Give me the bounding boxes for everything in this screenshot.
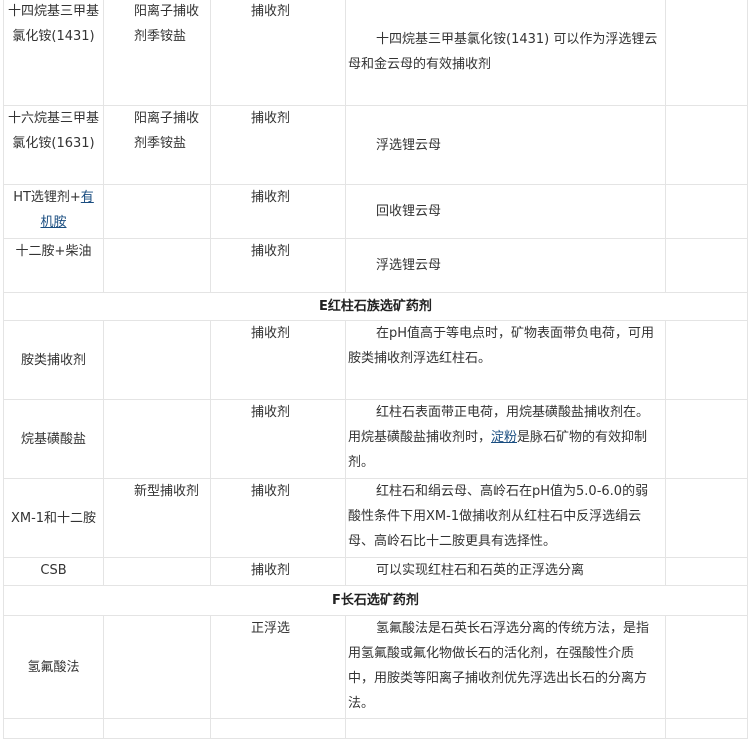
description-text: 回收锂云母 xyxy=(376,204,442,219)
reagent-description-cell: 可以实现红柱石和石英的正浮选分离 xyxy=(345,557,666,586)
reagent-name-cell: CSB xyxy=(3,557,104,586)
description-text: 十四烷基三甲基氯化铵(1431) 可以作为浮选锂云母和金云母的有效捕收剂 xyxy=(348,32,658,72)
table-row: CSB 捕收剂 可以实现红柱石和石英的正浮选分离 xyxy=(3,557,748,586)
table-row: 十二胺+柴油 捕收剂 浮选锂云母 xyxy=(3,238,748,293)
empty-cell xyxy=(665,184,748,239)
empty-cell xyxy=(665,718,748,739)
empty-cell xyxy=(665,399,748,479)
reagent-type-cell: 阳离子捕收剂季铵盐 xyxy=(103,0,211,106)
table-row: HT选锂剂+有机胺 捕收剂 回收锂云母 xyxy=(3,184,748,239)
reagent-name-cell: 十二胺+柴油 xyxy=(3,238,104,293)
table-row: 烷基磺酸盐 捕收剂 红柱石表面带正电荷，用烷基磺酸盐捕收剂在。用烷基磺酸盐捕收剂… xyxy=(3,399,748,479)
reagent-category-cell: 捕收剂 xyxy=(210,105,346,185)
reagent-description-cell: 在pH值高于等电点时，矿物表面带负电荷，可用胺类捕收剂浮选红柱石。 xyxy=(345,320,666,400)
reagent-description-cell: 浮选锂云母 xyxy=(345,238,666,293)
empty-cell xyxy=(665,105,748,185)
table-row: XM-1和十二胺 新型捕收剂 捕收剂 红柱石和绢云母、高岭石在pH值为5.0-6… xyxy=(3,478,748,558)
reagent-description-cell: 回收锂云母 xyxy=(345,184,666,239)
table-row: 氢氟酸法 正浮选 氢氟酸法是石英长石浮选分离的传统方法，是指用氢氟酸或氟化物做长… xyxy=(3,615,748,719)
table-row: 十六烷基三甲基氯化铵(1631) 阳离子捕收剂季铵盐 捕收剂 浮选锂云母 xyxy=(3,105,748,185)
section-heading-andalusite: E红柱石族选矿药剂 xyxy=(3,292,748,321)
reagent-name-cell: 十四烷基三甲基氯化铵(1431) xyxy=(3,0,104,106)
reagent-category-cell: 捕收剂 xyxy=(210,557,346,586)
reagent-category-cell: 捕收剂 xyxy=(210,184,346,239)
reagent-name-cell: 胺类捕收剂 xyxy=(3,320,104,400)
reagent-category-cell: 捕收剂 xyxy=(210,320,346,400)
empty-cell xyxy=(345,718,666,739)
reagent-type-cell xyxy=(103,615,211,719)
empty-cell xyxy=(665,478,748,558)
reagent-type-cell xyxy=(103,184,211,239)
empty-cell xyxy=(665,238,748,293)
description-text: 浮选锂云母 xyxy=(376,258,442,273)
starch-link[interactable]: 淀粉 xyxy=(491,430,517,445)
reagent-name-cell: XM-1和十二胺 xyxy=(3,478,104,558)
section-row: E红柱石族选矿药剂 xyxy=(3,292,748,321)
description-text: 浮选锂云母 xyxy=(376,137,442,153)
empty-cell xyxy=(665,557,748,586)
reagent-type-cell xyxy=(103,399,211,479)
reagent-description-cell: 十四烷基三甲基氯化铵(1431) 可以作为浮选锂云母和金云母的有效捕收剂 xyxy=(345,0,666,106)
reagent-type-cell: 阳离子捕收剂季铵盐 xyxy=(103,105,211,185)
reagent-type-cell xyxy=(103,557,211,586)
reagent-name-text: HT选锂剂+ xyxy=(13,190,81,205)
empty-cell xyxy=(665,615,748,719)
description-text: 氢氟酸法是石英长石浮选分离的传统方法，是指用氢氟酸或氟化物做长石的活化剂，在强酸… xyxy=(348,621,650,711)
reagent-table: 十四烷基三甲基氯化铵(1431) 阳离子捕收剂季铵盐 捕收剂 十四烷基三甲基氯化… xyxy=(3,0,748,739)
reagent-description-cell: 氢氟酸法是石英长石浮选分离的传统方法，是指用氢氟酸或氟化物做长石的活化剂，在强酸… xyxy=(345,615,666,719)
reagent-name-cell: 氢氟酸法 xyxy=(3,615,104,719)
empty-cell xyxy=(665,0,748,106)
empty-cell xyxy=(665,320,748,400)
empty-cell xyxy=(103,718,211,739)
reagent-name-cell: 烷基磺酸盐 xyxy=(3,399,104,479)
reagent-description-cell: 浮选锂云母 xyxy=(345,105,666,185)
reagent-category-cell: 捕收剂 xyxy=(210,478,346,558)
table-row: 胺类捕收剂 捕收剂 在pH值高于等电点时，矿物表面带负电荷，可用胺类捕收剂浮选红… xyxy=(3,320,748,400)
empty-cell xyxy=(3,718,104,739)
reagent-description-cell: 红柱石表面带正电荷，用烷基磺酸盐捕收剂在。用烷基磺酸盐捕收剂时，淀粉是脉石矿物的… xyxy=(345,399,666,479)
reagent-type-cell xyxy=(103,320,211,400)
reagent-category-cell: 捕收剂 xyxy=(210,238,346,293)
reagent-category-cell: 捕收剂 xyxy=(210,399,346,479)
description-text: 红柱石和绢云母、高岭石在pH值为5.0-6.0的弱酸性条件下用XM-1做捕收剂从… xyxy=(348,484,649,549)
reagent-category-cell: 捕收剂 xyxy=(210,0,346,106)
reagent-name-cell: 十六烷基三甲基氯化铵(1631) xyxy=(3,105,104,185)
empty-cell xyxy=(210,718,346,739)
section-heading-feldspar: F长石选矿药剂 xyxy=(3,585,748,616)
table-row: 十四烷基三甲基氯化铵(1431) 阳离子捕收剂季铵盐 捕收剂 十四烷基三甲基氯化… xyxy=(3,0,748,106)
reagent-description-cell: 红柱石和绢云母、高岭石在pH值为5.0-6.0的弱酸性条件下用XM-1做捕收剂从… xyxy=(345,478,666,558)
reagent-type-cell xyxy=(103,238,211,293)
reagent-name-cell: HT选锂剂+有机胺 xyxy=(3,184,104,239)
reagent-type-cell: 新型捕收剂 xyxy=(103,478,211,558)
section-row: F长石选矿药剂 xyxy=(3,585,748,616)
table-row xyxy=(3,718,748,739)
description-text: 在pH值高于等电点时，矿物表面带负电荷，可用胺类捕收剂浮选红柱石。 xyxy=(348,326,655,366)
reagent-category-cell: 正浮选 xyxy=(210,615,346,719)
description-text: 可以实现红柱石和石英的正浮选分离 xyxy=(376,563,585,578)
